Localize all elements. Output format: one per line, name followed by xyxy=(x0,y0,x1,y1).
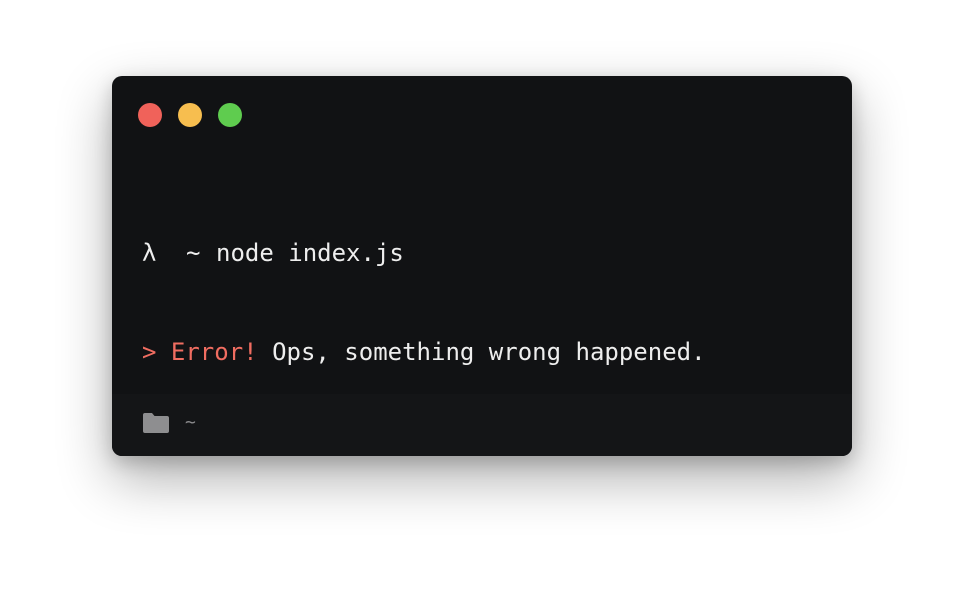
error-label: Error! xyxy=(170,338,258,366)
terminal-window: λ ~ node index.js > Error! Ops, something … xyxy=(112,76,852,456)
maximize-button[interactable] xyxy=(218,103,242,127)
prompt-path: ~ xyxy=(186,239,201,267)
output-arrow: > xyxy=(142,338,157,366)
terminal-line: > Error! Ops, something wrong happened. xyxy=(142,336,832,369)
title-bar xyxy=(112,76,852,152)
prompt-symbol: λ xyxy=(142,239,157,267)
status-path: ~ xyxy=(185,412,196,433)
error-message: Ops, something wrong happened. xyxy=(272,338,706,366)
folder-icon xyxy=(143,413,169,433)
terminal-line: λ ~ node index.js xyxy=(142,237,832,270)
close-button[interactable] xyxy=(138,103,162,127)
status-bar: ~ xyxy=(112,394,852,456)
minimize-button[interactable] xyxy=(178,103,202,127)
command-text: node index.js xyxy=(216,239,404,267)
